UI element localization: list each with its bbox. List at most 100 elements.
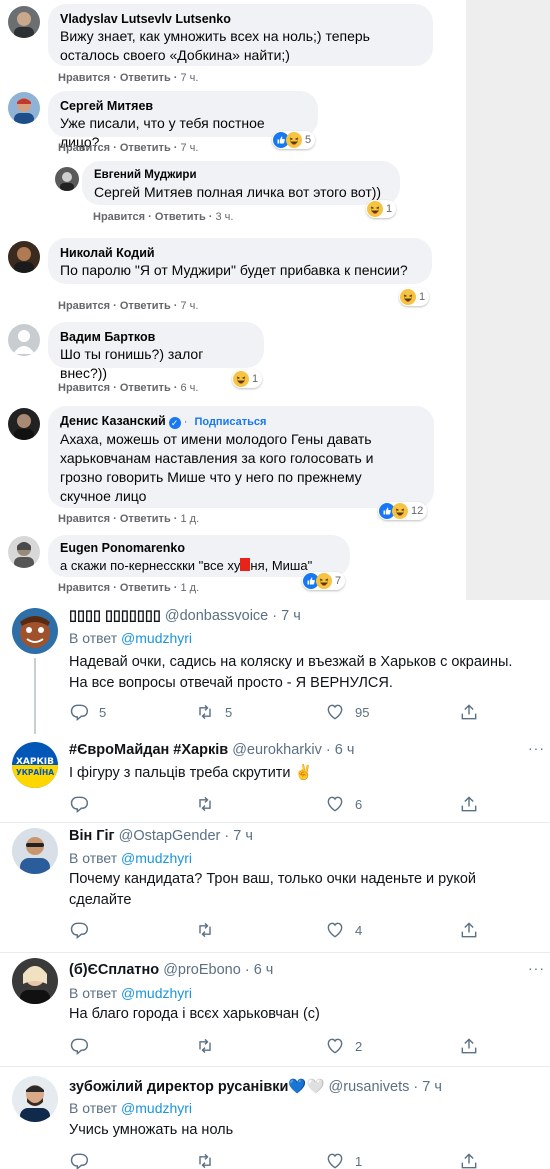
like-button[interactable]: 2 — [325, 1036, 362, 1056]
avatar[interactable] — [12, 958, 58, 1004]
author-handle[interactable]: @rusanivets — [329, 1079, 410, 1095]
comment-author[interactable]: Vladyslav Lutsevlv Lutsenko — [60, 11, 421, 27]
comment-author[interactable]: Вадим Бартков — [60, 329, 252, 345]
like-count: 4 — [355, 922, 363, 938]
retweet-button[interactable] — [195, 794, 215, 814]
author-name[interactable]: зубожілий директор русанівки💙🤍 — [69, 1079, 325, 1095]
avatar[interactable] — [8, 324, 40, 356]
like-button[interactable]: 1 — [325, 1151, 362, 1169]
comment-author[interactable]: Евгений Муджири — [94, 167, 388, 183]
subscribe-button[interactable]: Подписаться — [194, 416, 266, 428]
reply-mention-link[interactable]: @mudzhyri — [121, 985, 192, 1001]
like-link[interactable]: Нравится — [93, 211, 145, 223]
reply-button[interactable]: 5 — [69, 702, 106, 722]
reply-mention-link[interactable]: @mudzhyri — [121, 1100, 192, 1116]
reply-mention-link[interactable]: @mudzhyri — [121, 850, 192, 866]
author-name[interactable]: Він Гіг — [69, 828, 115, 844]
reply-link[interactable]: Ответить — [155, 211, 206, 223]
tweet-line: Учись умножать на ноль — [69, 1122, 234, 1138]
reaction-summary[interactable]: 12 — [378, 502, 428, 520]
share-button[interactable] — [459, 1151, 479, 1169]
comment-author[interactable]: Николай Кодий — [60, 245, 420, 261]
more-options-button[interactable]: ··· — [528, 960, 545, 976]
tweet-time[interactable]: 7 ч — [233, 828, 253, 844]
like-link[interactable]: Нравится — [58, 513, 110, 525]
reply-link[interactable]: Ответить — [120, 582, 171, 594]
tweet-line: На благо города і всєх харьковчан (с) — [69, 1006, 320, 1022]
reply-link[interactable]: Ответить — [120, 513, 171, 525]
tweet-time[interactable]: 7 ч — [422, 1079, 442, 1095]
comment-time[interactable]: 1 д. — [181, 582, 200, 594]
reaction-summary[interactable]: 1 — [232, 370, 263, 388]
divider — [0, 952, 550, 953]
retweet-button[interactable] — [195, 920, 215, 940]
retweet-icon — [199, 922, 211, 938]
like-link[interactable]: Нравится — [58, 300, 110, 312]
share-icon — [461, 704, 477, 720]
comment-author[interactable]: Денис Казанский — [60, 414, 166, 428]
reply-button[interactable] — [69, 1151, 89, 1169]
reply-button[interactable] — [69, 1036, 89, 1056]
retweet-button[interactable] — [195, 1151, 215, 1169]
avatar[interactable]: ХАРКІВ УКРАЇНА — [12, 742, 58, 788]
author-handle[interactable]: @eurokharkiv — [232, 742, 322, 758]
reply-link[interactable]: Ответить — [120, 72, 171, 84]
comment-time[interactable]: 7 ч. — [181, 72, 199, 84]
comment-author[interactable]: Eugen Ponomarenko — [60, 540, 338, 556]
reply-link[interactable]: Ответить — [120, 142, 171, 154]
avatar[interactable] — [8, 536, 40, 568]
reaction-summary[interactable]: 1 — [399, 288, 430, 306]
share-button[interactable] — [459, 702, 479, 722]
tweet-header: Він Гіг @OstapGender · 7 ч — [69, 828, 253, 844]
avatar[interactable] — [12, 828, 58, 874]
reaction-summary[interactable]: 1 — [366, 200, 397, 218]
like-link[interactable]: Нравится — [58, 382, 110, 394]
reply-link[interactable]: Ответить — [120, 300, 171, 312]
like-button[interactable]: 4 — [325, 920, 362, 940]
comment-time[interactable]: 3 ч. — [216, 211, 234, 223]
comment-time[interactable]: 7 ч. — [181, 300, 199, 312]
reply-mention-link[interactable]: @mudzhyri — [121, 630, 192, 646]
avatar[interactable] — [12, 1076, 58, 1122]
comment-bubble: Николай Кодий По паролю "Я от Муджири" б… — [48, 238, 432, 284]
avatar[interactable] — [8, 241, 40, 273]
author-handle[interactable]: @proEbono — [163, 962, 241, 978]
comment-text: Шо ты гонишь?) залог внес?)) — [60, 346, 204, 381]
avatar[interactable] — [8, 92, 40, 124]
avatar[interactable] — [8, 408, 40, 440]
share-button[interactable] — [459, 794, 479, 814]
author-handle[interactable]: @OstapGender — [119, 828, 221, 844]
tweet-time[interactable]: 7 ч — [281, 608, 301, 624]
author-name[interactable]: ▯▯▯▯ ▯▯▯▯▯▯▯ — [69, 608, 161, 624]
like-link[interactable]: Нравится — [58, 72, 110, 84]
author-handle[interactable]: @donbassvoice — [165, 608, 268, 624]
comment-author[interactable]: Сергей Митяев — [60, 98, 306, 114]
reaction-summary[interactable]: 7 — [302, 572, 346, 590]
author-name[interactable]: #ЄвроМайдан #Харків — [69, 742, 228, 758]
more-options-button[interactable]: ··· — [528, 740, 545, 756]
reply-button[interactable] — [69, 920, 89, 940]
avatar[interactable] — [12, 608, 58, 654]
like-link[interactable]: Нравится — [58, 142, 110, 154]
reply-button[interactable] — [69, 794, 89, 814]
tweet-time[interactable]: 6 ч — [335, 742, 355, 758]
author-name[interactable]: (б)ЄСплатно — [69, 962, 159, 978]
like-button[interactable]: 95 — [325, 702, 369, 722]
share-button[interactable] — [459, 1036, 479, 1056]
like-button[interactable]: 6 — [325, 794, 362, 814]
reply-link[interactable]: Ответить — [120, 382, 171, 394]
verified-badge-icon: ✓ — [168, 417, 181, 429]
share-button[interactable] — [459, 920, 479, 940]
comment-time[interactable]: 7 ч. — [181, 142, 199, 154]
comment-time[interactable]: 1 д. — [181, 513, 200, 525]
share-icon — [461, 922, 477, 938]
avatar[interactable] — [8, 6, 40, 38]
retweet-button[interactable] — [195, 1036, 215, 1056]
reaction-summary[interactable]: 5 — [272, 131, 316, 149]
retweet-button[interactable]: 5 — [195, 702, 232, 722]
tweet-time[interactable]: 6 ч — [254, 962, 274, 978]
like-link[interactable]: Нравится — [58, 582, 110, 594]
avatar[interactable] — [55, 167, 79, 191]
mention-link[interactable]: Сергей Митяев — [94, 184, 193, 200]
comment-time[interactable]: 6 ч. — [181, 382, 199, 394]
